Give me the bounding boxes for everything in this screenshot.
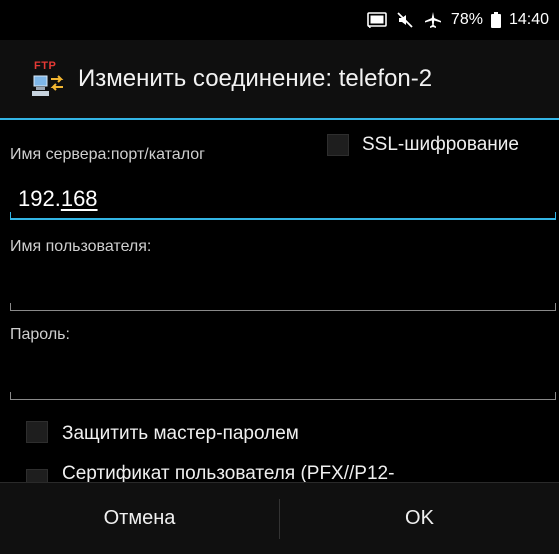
master-password-label[interactable]: Защитить мастер-паролем [62,423,299,445]
mute-icon [395,11,415,29]
cancel-button[interactable]: Отмена [0,483,279,554]
server-label: Имя сервера:порт/каталог [10,146,205,163]
ssl-checkbox[interactable] [327,134,349,156]
ftp-app-icon: FTP [32,60,66,98]
server-input-underline [10,212,556,220]
password-input-underline [10,392,556,400]
server-input[interactable]: 192.168 [18,186,98,212]
cast-icon [367,11,387,29]
battery-percent: 78% [450,11,483,28]
clock: 14:40 [508,11,549,28]
master-password-checkbox[interactable] [26,421,48,443]
dialog-button-bar: Отмена OK [0,482,559,554]
server-value-part: 192. [18,186,61,211]
username-input-underline [10,303,556,311]
battery-icon [490,11,501,29]
ssl-label[interactable]: SSL-шифрование [362,134,519,156]
dialog-title: Изменить соединение: telefon-2 [78,65,433,92]
status-bar: 78% 14:40 [0,0,559,40]
server-value-composing: 168 [60,186,98,211]
password-label: Пароль: [10,326,70,343]
username-label: Имя пользователя: [10,238,152,255]
ok-button[interactable]: OK [280,483,559,554]
dialog-content: Имя сервера:порт/каталог SSL-шифрование … [0,120,559,491]
dialog-title-bar: FTP Изменить соединение: telefon-2 [0,40,559,118]
airplane-icon [423,11,443,29]
